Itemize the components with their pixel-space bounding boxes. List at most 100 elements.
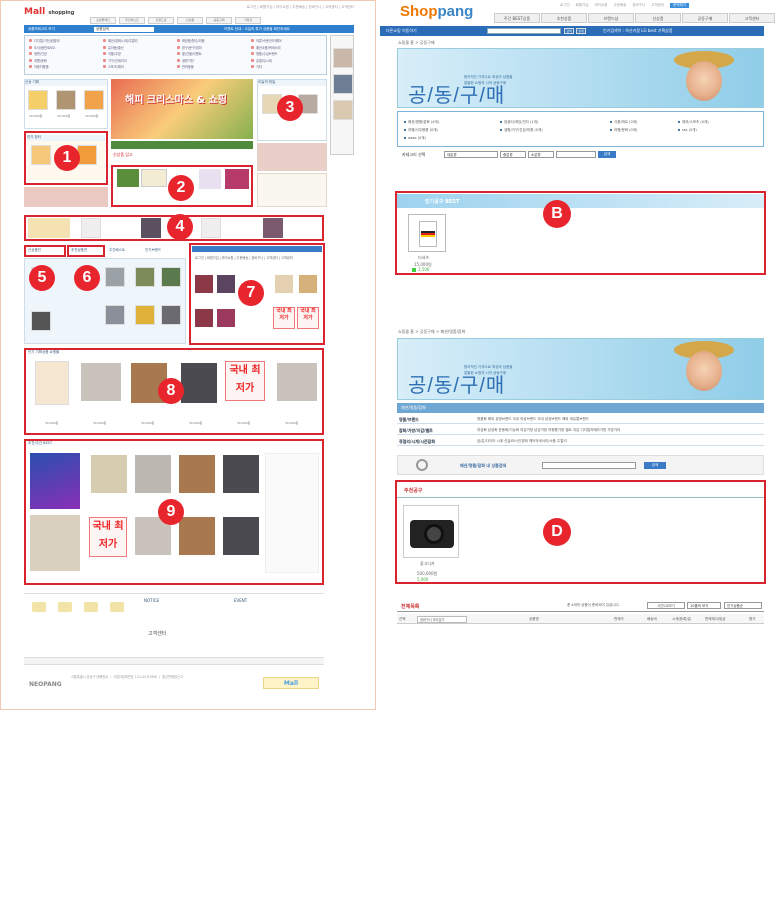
rows-per-page-select[interactable]: 10줄씩 보기 <box>687 602 721 609</box>
right-search-input[interactable] <box>487 28 561 34</box>
promo-image[interactable] <box>199 169 221 189</box>
sort-select[interactable]: 인기상품순 <box>724 602 762 609</box>
photo-view-button[interactable]: 사진으로보기 <box>647 602 685 609</box>
tab-new[interactable]: 신상품전 <box>28 248 41 253</box>
filter-search-input[interactable] <box>556 151 596 158</box>
left-tab[interactable]: 신상품 <box>177 17 203 24</box>
product-thumb[interactable] <box>201 218 221 238</box>
tab-new[interactable]: 신상품 <box>635 13 681 23</box>
util-cart[interactable]: 장바구니 <box>632 3 645 8</box>
product-thumb[interactable] <box>91 455 127 493</box>
product-thumb[interactable] <box>135 455 171 493</box>
product-thumb[interactable] <box>195 309 213 327</box>
util-join[interactable]: 회원가입 <box>576 3 589 8</box>
tab-weekly-best[interactable]: 주간 BEST상품 <box>494 13 540 23</box>
product-thumb[interactable] <box>31 145 51 165</box>
footer-icon[interactable] <box>58 602 72 612</box>
util-inquiry-button[interactable]: 문의하기 <box>670 3 690 8</box>
tab-weekly[interactable]: 주간베스트 <box>109 248 125 253</box>
menu-item[interactable]: 기타 <box>251 64 321 71</box>
hero-christmas-banner[interactable]: 해피 크리스마스 & 쇼핑 <box>111 79 253 139</box>
product-thumb[interactable] <box>223 455 259 493</box>
side-banner[interactable] <box>24 187 108 207</box>
left-tab[interactable]: 브랜드샵 <box>148 17 174 24</box>
promo-image[interactable] <box>117 169 139 187</box>
mid-category-select[interactable]: 중분류 <box>500 151 526 158</box>
left-tab[interactable]: 공동구매 <box>206 17 232 24</box>
product-thumb[interactable] <box>35 361 69 405</box>
product-thumb[interactable] <box>56 90 76 110</box>
product-thumb[interactable] <box>135 267 155 287</box>
search-button[interactable]: 검색 <box>564 28 574 34</box>
footer-icon[interactable] <box>32 602 46 612</box>
category-link[interactable]: 패션/명품/잡화 (4개) <box>404 120 439 125</box>
category-link[interactable]: sss (0개) <box>678 128 697 133</box>
product-thumb[interactable] <box>217 309 235 327</box>
best-product-image[interactable] <box>408 214 446 252</box>
left-category-link[interactable]: 상품카테고리 보기 <box>28 27 55 32</box>
product-thumb[interactable] <box>30 515 80 571</box>
right-logo[interactable]: Shoppang <box>400 3 473 20</box>
product-thumb[interactable] <box>277 363 317 401</box>
quick-product-thumb[interactable] <box>333 48 353 68</box>
category-link[interactable]: 식품/마트 (0개) <box>610 120 637 125</box>
product-thumb[interactable] <box>181 363 217 403</box>
product-thumb[interactable] <box>275 275 293 293</box>
product-thumb[interactable] <box>135 305 155 325</box>
util-orders[interactable]: 주문배송 <box>613 3 626 8</box>
util-myshop[interactable]: 마이쇼핑 <box>595 3 608 8</box>
other-shop-link[interactable]: 다른쇼핑 이동하기 <box>386 26 417 36</box>
left-logo[interactable]: Mall shopping <box>24 7 74 17</box>
minor-category-select[interactable]: 소분류 <box>528 151 554 158</box>
recommended-product-image[interactable] <box>403 505 459 558</box>
product-thumb[interactable] <box>105 267 125 287</box>
footer-links-bar[interactable] <box>24 657 324 665</box>
quick-product-thumb[interactable] <box>333 74 353 94</box>
left-util-links[interactable]: 로그인 | 회원가입 | 마이쇼핑 | 주문배송 | 장바구니 | 고객센터 |… <box>247 5 354 10</box>
product-thumb[interactable] <box>217 275 235 293</box>
box7-links[interactable]: 로그인 | 회원가입 | 마이쇼핑 | 주문배송 | 장바구니 | 고객센터 |… <box>195 256 319 272</box>
major-category-select[interactable]: 대분류 <box>444 151 498 158</box>
category-link[interactable]: 여행/문화 (0개) <box>610 128 637 133</box>
product-thumb[interactable] <box>84 90 104 110</box>
tab-recommended[interactable]: 추천상품 <box>541 13 587 23</box>
product-thumb[interactable] <box>195 275 213 293</box>
product-thumb[interactable] <box>105 305 125 325</box>
best-product-name[interactable]: 티셔츠 <box>418 255 429 261</box>
tab-brand[interactable]: 인기브랜드 <box>145 248 161 253</box>
util-login[interactable]: 로그인 <box>560 3 570 8</box>
menu-item[interactable]: 반려동물 <box>177 64 247 71</box>
tab-customer-center[interactable]: 고객센터 <box>729 13 775 23</box>
subcategory-links[interactable]: 명품화 해외 유명브랜드 국내 여성브랜드 국내 남성브랜드 해외 캐쥬얼브랜드 <box>477 417 589 422</box>
product-thumb[interactable] <box>263 218 283 238</box>
add-all-cart-button[interactable]: 장바구니 모두담기 <box>417 616 467 623</box>
util-customer[interactable]: 고객센터 <box>651 3 664 8</box>
footer-icon[interactable] <box>110 602 124 612</box>
subcategory-links[interactable]: 금/은/다이아 시계 선글라스/안경테 헤어악세서리/소품 주얼리 <box>477 439 567 444</box>
footer-notice-title[interactable]: NOTICE <box>144 598 159 603</box>
product-thumb[interactable] <box>179 455 215 493</box>
promo-banner[interactable] <box>257 143 327 171</box>
product-thumb[interactable] <box>179 517 215 555</box>
product-thumb[interactable] <box>81 218 101 238</box>
footer-event-title[interactable]: EVENT <box>234 598 247 603</box>
category-link[interactable]: 레저/스포츠 (0개) <box>678 120 709 125</box>
promo-image[interactable] <box>225 169 249 189</box>
product-thumb[interactable] <box>141 218 161 238</box>
product-thumb[interactable] <box>223 517 259 555</box>
footer-customer-center[interactable]: 고객센터 <box>148 630 166 637</box>
category-link[interactable]: aaaa (0개) <box>404 136 426 141</box>
promo-poster[interactable] <box>30 453 80 509</box>
product-thumb[interactable] <box>31 311 51 331</box>
product-thumb[interactable] <box>161 305 181 325</box>
promo-image[interactable] <box>141 169 167 187</box>
recommended-product-name[interactable]: 중고디카 <box>420 561 435 567</box>
left-tab[interactable]: 쇼핑몰메인 <box>90 17 116 24</box>
menu-item[interactable]: 자동차용품 <box>29 64 99 71</box>
product-thumb[interactable] <box>28 90 48 110</box>
left-tab[interactable]: 주간베스트 <box>119 17 145 24</box>
product-thumb[interactable] <box>81 363 121 401</box>
subcategory-links[interactable]: 여성화 남성화 운동화/기능화 여성가방 남성가방 여행용가방 벨트 지갑 디지… <box>477 428 620 433</box>
product-thumb[interactable] <box>28 218 70 238</box>
tab-recommend[interactable]: 추천상품전 <box>71 248 87 253</box>
